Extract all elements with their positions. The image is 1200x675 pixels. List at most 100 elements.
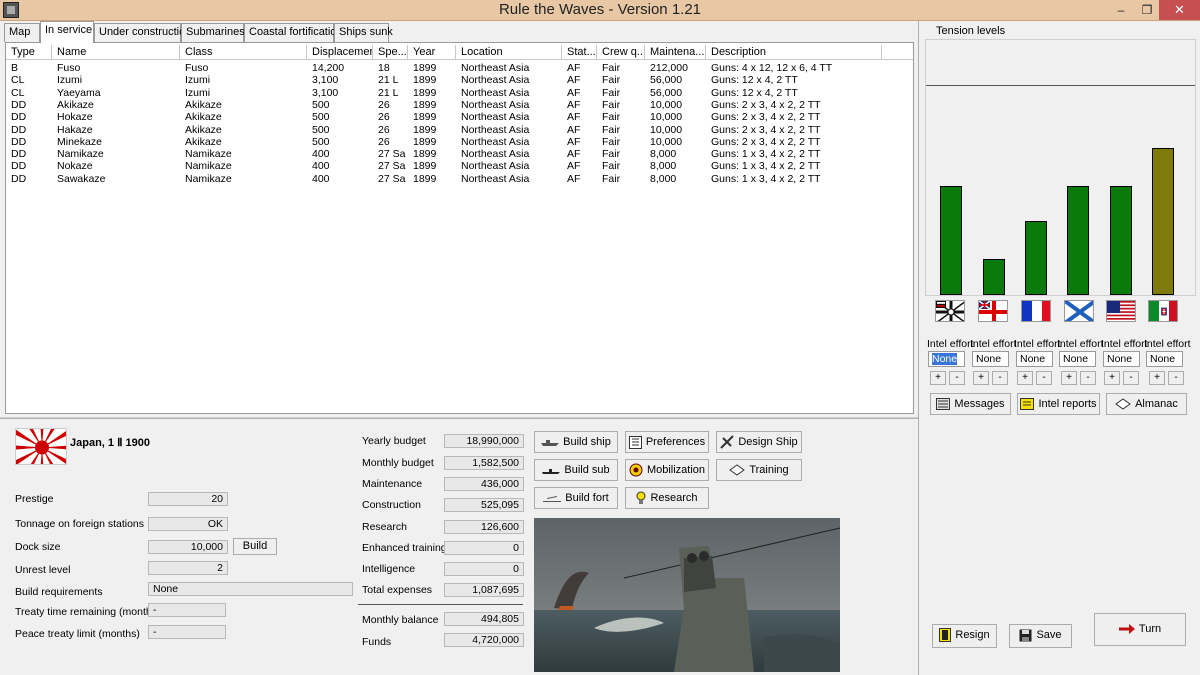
intel-minus-usa[interactable]: - — [1123, 371, 1139, 385]
intel-effort-italy[interactable]: None — [1146, 351, 1183, 367]
col-location[interactable]: Location — [456, 45, 562, 60]
col-maintenance[interactable]: Maintena... — [645, 45, 706, 60]
intel-plus-germany[interactable]: + — [930, 371, 946, 385]
table-cell: 400 — [312, 160, 330, 173]
intel-plus-britain[interactable]: + — [973, 371, 989, 385]
table-row[interactable]: CL Yaeyama Izumi 3,100 21 L 1899 Northeast Asi… — [6, 87, 913, 99]
intel-minus-russia[interactable]: - — [1080, 371, 1096, 385]
intel-effort-usa[interactable]: None — [1103, 351, 1140, 367]
build-requirements-value: None — [148, 582, 353, 596]
preferences-icon — [628, 435, 642, 449]
intel-plus-france[interactable]: + — [1017, 371, 1033, 385]
table-cell: AF — [567, 148, 581, 161]
tab-submarines[interactable]: Submarines — [181, 23, 245, 42]
intel-effort-russia[interactable]: None — [1059, 351, 1096, 367]
build-fort-button[interactable]: Build fort — [534, 487, 618, 509]
tab-under-construction[interactable]: Under construction — [94, 23, 191, 42]
intel-effort-germany[interactable]: None — [928, 351, 965, 367]
ship-list[interactable]: Type Name Class Displacement Spe... Year… — [5, 42, 914, 414]
col-displacement[interactable]: Displacement — [307, 45, 373, 60]
intel-minus-italy[interactable]: - — [1168, 371, 1184, 385]
col-name[interactable]: Name — [52, 45, 180, 60]
tab-coastal-fortifications[interactable]: Coastal fortifications — [244, 23, 348, 42]
intel-plus-usa[interactable]: + — [1104, 371, 1120, 385]
col-crew[interactable]: Crew q... — [597, 45, 645, 60]
messages-button[interactable]: Messages — [930, 393, 1011, 415]
tab-ships-sunk[interactable]: Ships sunk — [334, 23, 393, 42]
table-cell: 21 L — [378, 86, 399, 99]
minimize-button[interactable]: – — [1107, 0, 1135, 20]
intel-minus-germany[interactable]: - — [949, 371, 965, 385]
intel-effort-france[interactable]: None — [1016, 351, 1053, 367]
table-row[interactable]: DD Hakaze Akikaze 500 26 1899 Northeast Asia AF… — [6, 124, 913, 136]
maintenance-label: Maintenance — [362, 478, 423, 490]
tension-bar-britain — [983, 259, 1005, 295]
table-cell: Fair — [602, 123, 621, 136]
usa-flag — [1106, 300, 1136, 322]
submarine-icon — [542, 469, 561, 475]
design-icon — [720, 435, 735, 449]
france-flag — [1021, 300, 1051, 322]
save-button[interactable]: Save — [1009, 624, 1072, 648]
col-description[interactable]: Description — [706, 45, 882, 60]
build-sub-button[interactable]: Build sub — [534, 459, 618, 481]
table-cell: 10,000 — [650, 123, 683, 136]
table-cell: 1899 — [413, 74, 437, 87]
intel-minus-france[interactable]: - — [1036, 371, 1052, 385]
maximize-button[interactable]: ❐ — [1133, 0, 1161, 20]
table-row[interactable]: DD Nokaze Namikaze 400 27 Sa 1899 Northeast As… — [6, 160, 913, 172]
build-dock-button[interactable]: Build — [233, 538, 277, 555]
unrest-value: 2 — [148, 561, 228, 575]
nation-date: Japan, 1 Ⅱ 1900 — [70, 437, 151, 449]
intel-effort-britain[interactable]: None — [972, 351, 1009, 367]
resign-button[interactable]: Resign — [932, 624, 997, 648]
intel-effort-label-russia: Intel effort — [1057, 338, 1104, 350]
intel-plus-italy[interactable]: + — [1149, 371, 1165, 385]
unrest-label: Unrest level — [15, 564, 71, 576]
table-cell: AF — [567, 111, 581, 124]
tab-in-service[interactable]: In service — [40, 21, 94, 43]
table-cell: DD — [11, 111, 27, 124]
table-row[interactable]: DD Akikaze Akikaze 500 26 1899 Northeast Asia A… — [6, 99, 913, 111]
table-row[interactable]: B Fuso Fuso 14,200 18 1899 Northeast Asia AF Fai… — [6, 62, 913, 74]
design-ship-button[interactable]: Design Ship — [716, 431, 802, 453]
table-cell: 3,100 — [312, 74, 339, 87]
almanac-button[interactable]: Almanac — [1106, 393, 1187, 415]
horizontal-splitter[interactable] — [0, 417, 918, 419]
table-cell: Fair — [602, 62, 621, 74]
col-class[interactable]: Class — [180, 45, 307, 60]
table-row[interactable]: DD Hokaze Akikaze 500 26 1899 Northeast Asia AF… — [6, 111, 913, 123]
table-cell: Guns: 2 x 3, 4 x 2, 2 TT — [711, 135, 821, 148]
tab-map[interactable]: Map — [4, 23, 40, 42]
col-type[interactable]: Type — [6, 45, 52, 60]
table-row[interactable]: DD Sawakaze Namikaze 400 27 Sa 1899 Northeast … — [6, 173, 913, 185]
intel-minus-britain[interactable]: - — [992, 371, 1008, 385]
turn-label: Turn — [1138, 623, 1162, 635]
training-button[interactable]: Training — [716, 459, 802, 481]
intel-effort-label-france: Intel effort — [1014, 338, 1061, 350]
table-cell: Minekaze — [57, 135, 102, 148]
intel-plus-russia[interactable]: + — [1061, 371, 1077, 385]
table-row[interactable]: DD Minekaze Akikaze 500 26 1899 Northeast Asia… — [6, 136, 913, 148]
build-ship-button[interactable]: Build ship — [534, 431, 618, 453]
table-cell: Fair — [602, 86, 621, 99]
britain-flag — [978, 300, 1008, 322]
preferences-button[interactable]: Preferences — [625, 431, 709, 453]
messages-icon — [936, 398, 951, 411]
intel-reports-button[interactable]: Intel reports — [1017, 393, 1100, 415]
table-row[interactable]: CL Izumi Izumi 3,100 21 L 1899 Northeast Asia A… — [6, 74, 913, 86]
mobilization-button[interactable]: Mobilization — [625, 459, 709, 481]
research-button[interactable]: Research — [625, 487, 709, 509]
col-year[interactable]: Year — [408, 45, 456, 60]
table-cell: 500 — [312, 111, 330, 124]
intel-effort-label-britain: Intel effort — [970, 338, 1017, 350]
close-button[interactable]: ✕ — [1159, 0, 1200, 20]
table-cell: 21 L — [378, 74, 399, 87]
col-speed[interactable]: Spe... — [373, 45, 408, 60]
col-status[interactable]: Stat... — [562, 45, 597, 60]
table-cell: Akikaze — [185, 98, 222, 111]
intel-reports-label: Intel reports — [1038, 398, 1097, 410]
dock-size-value: 10,000 — [148, 540, 228, 554]
turn-button[interactable]: Turn — [1094, 613, 1186, 646]
table-row[interactable]: DD Namikaze Namikaze 400 27 Sa 1899 Northeast … — [6, 148, 913, 160]
